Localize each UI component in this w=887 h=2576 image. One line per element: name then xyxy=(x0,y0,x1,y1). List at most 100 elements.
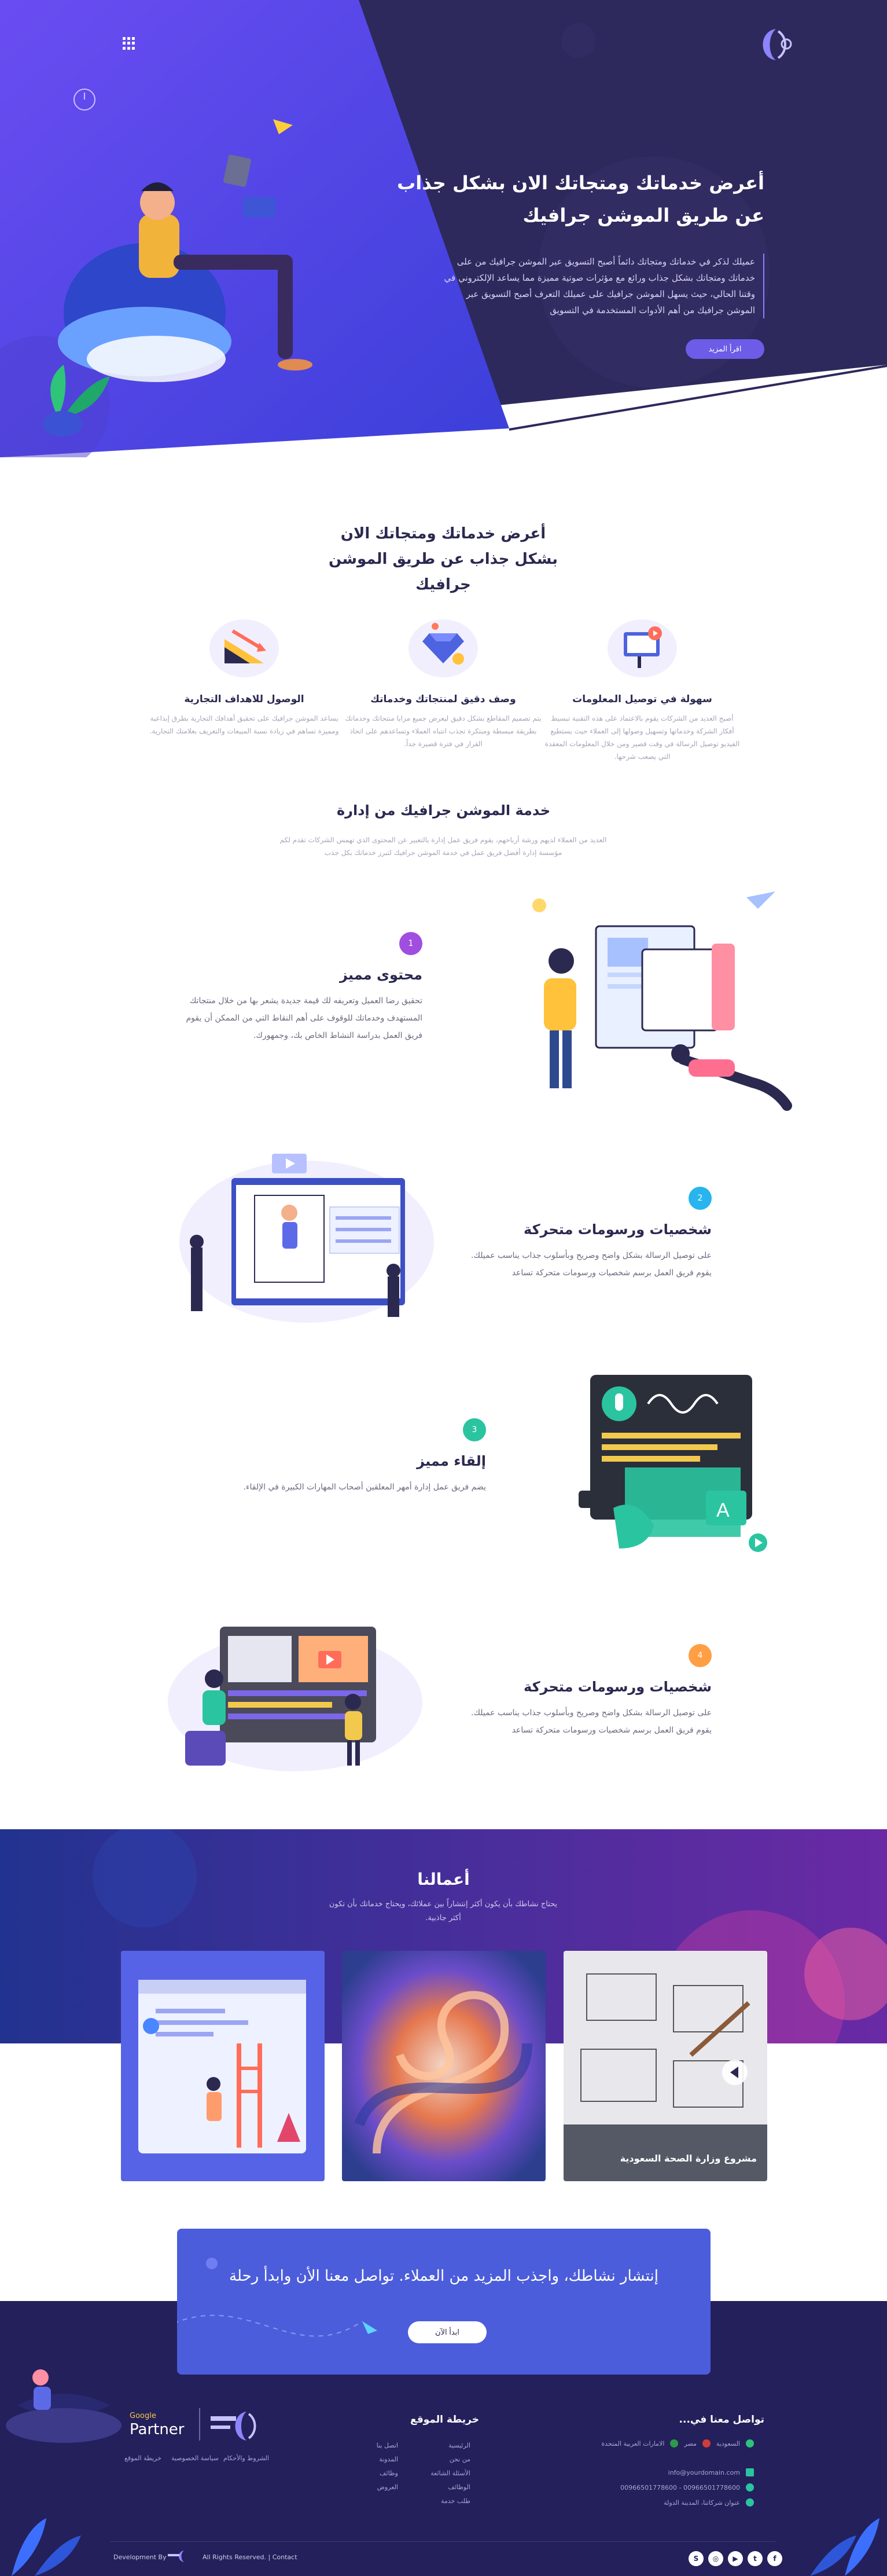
developer-logo[interactable] xyxy=(167,2549,197,2563)
footer-link[interactable]: الرئيسية xyxy=(448,2442,470,2449)
phone-row: 00966501778600 - 00966501778600 xyxy=(569,2483,754,2491)
uae-flag-icon xyxy=(670,2439,679,2447)
service-item: 4 شخصيات ورسومات متحركة على توصيل الرسال… xyxy=(469,1644,712,1739)
feature-card: وصف دقيق لمنتجاتك وخدماتك يتم تصميم المق… xyxy=(345,608,542,750)
work-thumbnail xyxy=(564,1951,767,2181)
service-item: 3 إلقاء مميز يضم فريق عمل إدارة أمهر الم… xyxy=(243,1418,486,1496)
work-thumbnail xyxy=(342,1951,546,2181)
service-number-badge: 1 xyxy=(399,932,422,955)
footer-link[interactable]: من نحن xyxy=(450,2456,470,2463)
address-text: عنوان شركاتنا، المدينة الدولة xyxy=(664,2498,740,2507)
service-title: شخصيات ورسومات متحركة xyxy=(524,1221,712,1238)
bottom-link[interactable]: سياسة الخصوصية xyxy=(171,2454,219,2462)
works-description: يحتاج نشاطك بأن يكون أكثر إنتشاراً بين ع… xyxy=(329,1900,558,1922)
footer-brand-logo[interactable] xyxy=(208,2408,272,2443)
feature-title: الوصول للاهداف التجارية xyxy=(184,693,304,705)
section-title: أعرض خدماتك ومتجاتك الان بشكل جذاب عن طر… xyxy=(329,525,558,593)
address-row: عنوان شركاتنا، المدينة الدولة xyxy=(569,2498,754,2507)
hero-title: أعرض خدماتك ومتجاتك الان بشكل جذاب عن طر… xyxy=(397,172,764,226)
partner-divider xyxy=(199,2408,200,2441)
work-card[interactable] xyxy=(121,1951,325,2181)
footer-link[interactable]: المدونة xyxy=(379,2456,398,2463)
twitter-icon[interactable]: t xyxy=(748,2551,763,2566)
read-more-button[interactable]: اقرأ المزيد xyxy=(686,339,764,359)
country-label[interactable]: مصر xyxy=(684,2440,697,2447)
voiceover-illustration: A xyxy=(579,1375,767,1552)
hero-description: عميلك لذكر في خدماتك ومتجاتك دائماً أصبح… xyxy=(440,254,764,318)
feature-title: وصف دقيق لمنتجاتك وخدماتك xyxy=(370,693,516,705)
svg-text:A: A xyxy=(716,1499,730,1521)
footer-divider xyxy=(110,2541,775,2542)
snapchat-icon[interactable]: S xyxy=(689,2551,704,2566)
presentation-icon xyxy=(608,619,677,677)
bottom-link[interactable]: الشروط والأحكام xyxy=(223,2454,269,2462)
feature-card: الوصول للاهداف التجارية يساعد الموشن جرا… xyxy=(146,608,343,737)
motion-graphics-illustration xyxy=(168,1627,422,1771)
development-by-text: Development By xyxy=(113,2553,167,2561)
feature-text: يتم تصميم المقاطع بشكل دقيق ليعرض جميع م… xyxy=(345,714,542,748)
character-animation-illustration xyxy=(179,1154,434,1323)
cta-banner: إنتشار نشاطك، واجذب المزيد من العملاء. ت… xyxy=(177,2229,711,2375)
country-label[interactable]: السعودية xyxy=(716,2440,740,2447)
start-now-button[interactable]: ابدأ الآن xyxy=(408,2321,487,2343)
services-description: العديد من العملاء لديهم ورشة أرباحهم، يق… xyxy=(279,836,607,857)
target-chart-icon xyxy=(209,619,279,677)
service-text: يضم فريق عمل إدارة أمهر المعلقين أصحاب ا… xyxy=(243,1483,486,1492)
country-label[interactable]: الامارات العربية المتحدة xyxy=(601,2440,664,2447)
mail-icon xyxy=(746,2468,754,2476)
hero-illustration xyxy=(43,155,312,436)
service-number-badge: 4 xyxy=(689,1644,712,1667)
email-row: info@yourdomain.com xyxy=(569,2468,754,2476)
instagram-icon[interactable]: ◎ xyxy=(708,2551,723,2566)
footer-link[interactable]: الوظائف xyxy=(448,2483,470,2491)
footer-link[interactable]: طلب خدمة xyxy=(441,2497,470,2505)
service-title: شخصيات ورسومات متحركة xyxy=(524,1679,712,1695)
hero-section: أعرض خدماتك ومتجاتك الان بشكل جذاب عن طر… xyxy=(0,0,887,457)
page: أعرض خدماتك ومتجاتك الان بشكل جذاب عن طر… xyxy=(0,0,887,2576)
service-item: 1 محتوى مميز تحقيق رضا العميل وتعريفه لك… xyxy=(179,932,422,1044)
feature-title: سهولة في توصيل المعلومات xyxy=(572,693,712,705)
google-label: Google xyxy=(130,2412,156,2420)
youtube-icon[interactable]: ▶ xyxy=(728,2551,743,2566)
brand-logo[interactable] xyxy=(753,25,800,64)
footer-link[interactable]: العروض xyxy=(377,2483,398,2491)
service-title: إلقاء مميز xyxy=(417,1453,486,1469)
saudi-flag-icon xyxy=(746,2439,754,2447)
services-title: خدمة الموشن جرافيك من إدارة xyxy=(336,802,551,819)
work-thumbnail xyxy=(121,1951,325,2181)
egypt-flag-icon xyxy=(702,2439,711,2447)
work-card[interactable] xyxy=(342,1951,546,2181)
location-icon xyxy=(746,2498,754,2507)
bottom-link[interactable]: خريطة الموقع xyxy=(124,2454,161,2462)
countries-row: السعودية مصر الامارات العربية المتحدة xyxy=(569,2439,754,2447)
email-link[interactable]: info@yourdomain.com xyxy=(668,2469,740,2476)
works-title: أعمالنا xyxy=(417,1870,470,1889)
feature-card: سهولة في توصيل المعلومات أصبح العديد من … xyxy=(544,608,741,763)
work-card[interactable]: مشروع وزارة الصحة السعودية xyxy=(564,1951,767,2181)
cta-text: إنتشار نشاطك، واجذب المزيد من العملاء. ت… xyxy=(229,2267,658,2285)
contact-heading: تواصل معنا في... xyxy=(679,2414,764,2425)
feature-text: أصبح العديد من الشركات يقوم بالاعتماد عل… xyxy=(544,714,740,761)
service-number-badge: 3 xyxy=(463,1418,486,1441)
footer-link[interactable]: الأسئلة الشائعة xyxy=(430,2469,470,2477)
facebook-icon[interactable]: f xyxy=(767,2551,782,2566)
feature-text: يساعد الموشن جرافيك على تحقيق أهدافك الت… xyxy=(149,714,339,735)
footer-link[interactable]: وظائف xyxy=(380,2469,398,2477)
content-illustration xyxy=(532,891,792,1111)
service-text: على توصيل الرسالة بشكل واضح وصريح وبأسلو… xyxy=(471,1251,712,1278)
service-number-badge: 2 xyxy=(689,1187,712,1210)
partner-label: Partner xyxy=(130,2421,185,2438)
menu-grid-icon[interactable] xyxy=(123,37,135,50)
rights-text: All Rights Reserved. | Contact xyxy=(203,2553,297,2561)
service-text: تحقيق رضا العميل وتعريفه لك قيمة جديدة ي… xyxy=(186,996,422,1040)
service-text: على توصيل الرسالة بشكل واضح وصريح وبأسلو… xyxy=(471,1708,712,1735)
sitemap-heading: خريطة الموقع xyxy=(410,2414,479,2425)
phone-icon xyxy=(746,2483,754,2491)
work-caption: مشروع وزارة الصحة السعودية xyxy=(620,2153,757,2164)
footer-link[interactable]: اتصل بنا xyxy=(377,2442,398,2449)
cta-decoration xyxy=(177,2258,377,2337)
service-title: محتوى مميز xyxy=(339,967,422,983)
phone-link[interactable]: 00966501778600 - 00966501778600 xyxy=(620,2484,740,2491)
service-item: 2 شخصيات ورسومات متحركة على توصيل الرسال… xyxy=(469,1187,712,1282)
diamond-icon xyxy=(408,619,478,677)
